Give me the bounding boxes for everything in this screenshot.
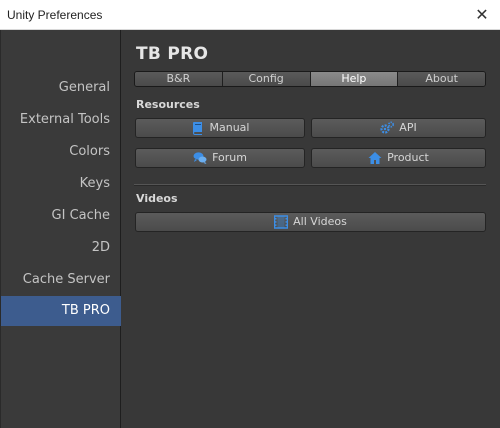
manual-button-label: Manual [209, 121, 250, 134]
sidebar-item-2d[interactable]: 2D [1, 233, 121, 263]
film-icon [273, 215, 289, 229]
sidebar-item-colors[interactable]: Colors [1, 137, 121, 167]
product-button-label: Product [387, 151, 429, 164]
chat-icon [193, 151, 207, 165]
section-divider [134, 184, 486, 186]
title-bar: Unity Preferences ✕ [0, 0, 500, 30]
resources-heading: Resources [136, 98, 200, 111]
tab-br[interactable]: B&R [135, 72, 223, 86]
gears-icon [380, 121, 395, 135]
page-title: TB PRO [136, 44, 209, 64]
sidebar-item-tb-pro[interactable]: TB PRO [1, 296, 121, 326]
tab-config[interactable]: Config [222, 72, 311, 86]
close-icon[interactable]: ✕ [472, 5, 492, 25]
product-button[interactable]: Product [311, 148, 486, 168]
all-videos-button-label: All Videos [293, 215, 347, 228]
sidebar-item-external-tools[interactable]: External Tools [1, 105, 121, 135]
sidebar-item-gi-cache[interactable]: GI Cache [1, 201, 121, 231]
window-title: Unity Preferences [7, 8, 103, 22]
tab-help[interactable]: Help [310, 72, 399, 86]
preferences-sidebar: General External Tools Colors Keys GI Ca… [0, 30, 121, 428]
all-videos-button[interactable]: All Videos [135, 212, 486, 232]
book-icon [191, 121, 205, 135]
preferences-content: TB PRO B&R Config Help About Resources M… [121, 30, 500, 428]
sidebar-item-general[interactable]: General [1, 73, 121, 103]
tab-about[interactable]: About [398, 72, 485, 86]
manual-button[interactable]: Manual [135, 118, 305, 138]
sidebar-item-cache-server[interactable]: Cache Server [1, 265, 121, 295]
videos-heading: Videos [136, 192, 178, 205]
forum-button-label: Forum [212, 151, 247, 164]
home-icon [368, 151, 382, 165]
api-button[interactable]: API [311, 118, 486, 138]
sidebar-item-keys[interactable]: Keys [1, 169, 121, 199]
forum-button[interactable]: Forum [135, 148, 305, 168]
tab-bar: B&R Config Help About [134, 71, 486, 87]
api-button-label: API [399, 121, 417, 134]
